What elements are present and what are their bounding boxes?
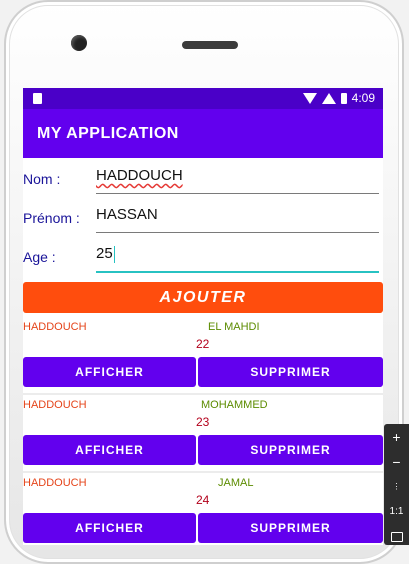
age-field[interactable]: 25 bbox=[96, 245, 379, 273]
earpiece-speaker bbox=[182, 41, 238, 49]
front-camera bbox=[71, 35, 87, 51]
age-row: Age : 25 bbox=[23, 236, 383, 275]
nom-row: Nom : HADDOUCH bbox=[23, 158, 383, 197]
afficher-button[interactable]: AFFICHER bbox=[23, 513, 196, 543]
list-item-prenom: MOHAMMED bbox=[201, 399, 268, 411]
supprimer-button[interactable]: SUPPRIMER bbox=[198, 435, 383, 465]
supprimer-button[interactable]: SUPPRIMER bbox=[198, 513, 383, 543]
age-value: 25 bbox=[96, 245, 113, 262]
nom-field[interactable]: HADDOUCH bbox=[96, 167, 379, 194]
status-bar: 4:09 bbox=[23, 88, 383, 109]
list-item: HADDOUCH MOHAMMED 23 AFFICHER SUPPRIMER bbox=[23, 395, 383, 473]
list-item-nom: HADDOUCH bbox=[23, 477, 87, 489]
wifi-icon bbox=[302, 92, 317, 104]
list-item-prenom: EL MAHDI bbox=[208, 321, 260, 333]
signal-icon bbox=[321, 92, 336, 104]
battery-icon bbox=[340, 92, 347, 104]
age-label: Age : bbox=[23, 249, 56, 265]
drag-handle[interactable]: ⋮ bbox=[384, 474, 409, 499]
fit-screen-button[interactable] bbox=[384, 524, 409, 549]
fit-screen-icon bbox=[390, 531, 403, 542]
ajouter-button[interactable]: AJOUTER bbox=[23, 282, 383, 313]
list-item-age: 24 bbox=[196, 493, 210, 507]
text-cursor bbox=[113, 245, 115, 263]
list-item-prenom: JAMAL bbox=[218, 477, 254, 489]
zoom-in-icon[interactable]: + bbox=[384, 424, 409, 449]
app-bar: MY APPLICATION bbox=[23, 109, 383, 158]
list-item-nom: HADDOUCH bbox=[23, 399, 87, 411]
zoom-out-icon[interactable]: − bbox=[384, 449, 409, 474]
list-item: HADDOUCH JAMAL 24 AFFICHER SUPPRIMER bbox=[23, 473, 383, 545]
list-item-age: 23 bbox=[196, 415, 210, 429]
emulator-side-panel: + − ⋮ 1:1 bbox=[384, 424, 409, 545]
prenom-field[interactable]: HASSAN bbox=[96, 206, 379, 233]
list-item-age: 22 bbox=[196, 337, 210, 351]
list-item: HADDOUCH EL MAHDI 22 AFFICHER SUPPRIMER bbox=[23, 317, 383, 395]
status-icons: 4:09 bbox=[302, 91, 375, 105]
prenom-value: HASSAN bbox=[96, 206, 158, 223]
one-to-one-button[interactable]: 1:1 bbox=[384, 499, 409, 524]
supprimer-button[interactable]: SUPPRIMER bbox=[198, 357, 383, 387]
app-title: MY APPLICATION bbox=[37, 124, 179, 142]
afficher-button[interactable]: AFFICHER bbox=[23, 435, 196, 465]
afficher-button[interactable]: AFFICHER bbox=[23, 357, 196, 387]
phone-screen: 4:09 MY APPLICATION Nom : HADDOUCH Préno… bbox=[23, 88, 383, 545]
prenom-label: Prénom : bbox=[23, 210, 80, 226]
status-time: 4:09 bbox=[351, 91, 375, 105]
list-item-nom: HADDOUCH bbox=[23, 321, 87, 333]
person-list: HADDOUCH EL MAHDI 22 AFFICHER SUPPRIMER … bbox=[23, 317, 383, 545]
nom-label: Nom : bbox=[23, 171, 61, 187]
nom-value: HADDOUCH bbox=[96, 167, 183, 184]
sim-card-icon bbox=[33, 93, 42, 104]
prenom-row: Prénom : HASSAN bbox=[23, 197, 383, 236]
